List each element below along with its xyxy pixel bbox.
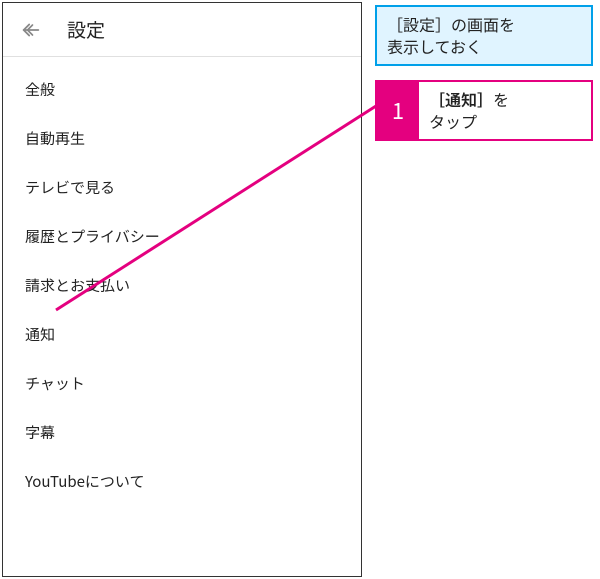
- menu-item-label: 全般: [25, 79, 55, 100]
- note-text-line1: ［設定］の画面を: [387, 12, 515, 36]
- app-header: 設定: [3, 3, 361, 57]
- menu-item-notifications[interactable]: 通知: [3, 310, 361, 359]
- menu-item-label: YouTubeについて: [25, 471, 144, 492]
- step-text-rest2: タップ: [429, 109, 477, 133]
- step-text-bold: ［通知］: [429, 87, 493, 111]
- instruction-note: ［設定］の画面を 表示しておく: [375, 5, 593, 66]
- note-text-line2: 表示しておく: [387, 34, 482, 58]
- step-number-badge: 1: [377, 82, 419, 139]
- menu-item-autoplay[interactable]: 自動再生: [3, 114, 361, 163]
- menu-item-chat[interactable]: チャット: [3, 359, 361, 408]
- menu-item-label: チャット: [25, 373, 85, 394]
- menu-item-label: 通知: [25, 324, 55, 345]
- menu-item-label: 請求とお支払い: [25, 275, 130, 296]
- menu-item-billing[interactable]: 請求とお支払い: [3, 261, 361, 310]
- menu-item-history-privacy[interactable]: 履歴とプライバシー: [3, 212, 361, 261]
- menu-item-captions[interactable]: 字幕: [3, 408, 361, 457]
- phone-screen: 設定 全般 自動再生 テレビで見る 履歴とプライバシー 請求とお支払い 通知 チ…: [2, 2, 362, 577]
- menu-item-label: 履歴とプライバシー: [25, 226, 160, 247]
- page-title: 設定: [67, 16, 105, 43]
- menu-item-label: テレビで見る: [25, 177, 115, 198]
- settings-menu: 全般 自動再生 テレビで見る 履歴とプライバシー 請求とお支払い 通知 チャット…: [3, 57, 361, 514]
- menu-item-label: 字幕: [25, 422, 55, 443]
- menu-item-about[interactable]: YouTubeについて: [3, 457, 361, 506]
- back-arrow-icon[interactable]: [19, 18, 43, 42]
- menu-item-watch-on-tv[interactable]: テレビで見る: [3, 163, 361, 212]
- menu-item-general[interactable]: 全般: [3, 65, 361, 114]
- step-text-rest1: を: [493, 87, 509, 111]
- instruction-step: 1 ［通知］をタップ: [375, 80, 593, 141]
- menu-item-label: 自動再生: [25, 128, 85, 149]
- step-text: ［通知］をタップ: [419, 82, 591, 139]
